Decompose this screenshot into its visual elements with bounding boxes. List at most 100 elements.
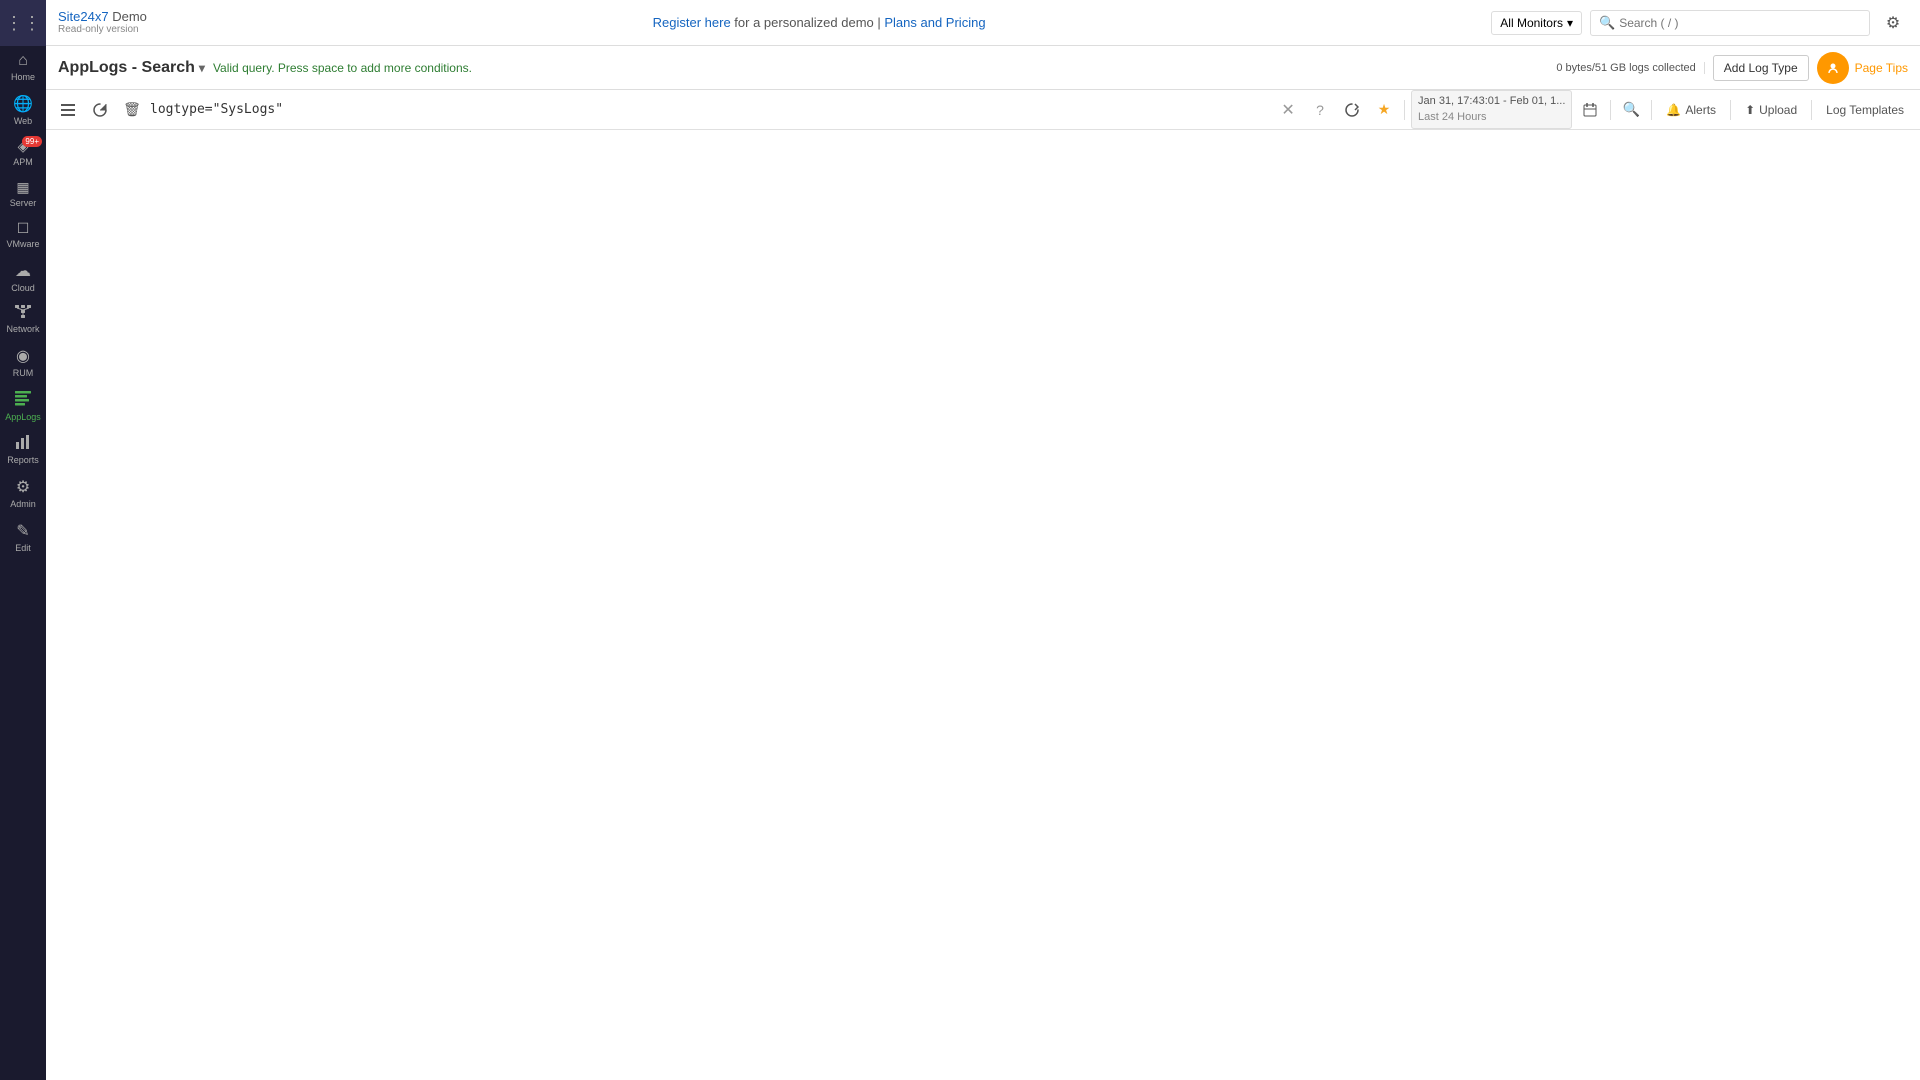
for-demo-text: for a personalized demo |: [731, 15, 885, 30]
subheader: AppLogs - Search ▾ Valid query. Press sp…: [46, 46, 1920, 90]
alerts-label: Alerts: [1685, 103, 1716, 117]
plans-pricing-link[interactable]: Plans and Pricing: [884, 15, 985, 30]
global-search-input[interactable]: [1619, 16, 1861, 30]
separator-3: [1651, 100, 1652, 120]
sidebar-item-admin[interactable]: ⚙ Admin: [0, 471, 46, 515]
title-dropdown-arrow[interactable]: ▾: [199, 61, 205, 75]
main-content: Site24x7 Demo Read-only version Register…: [46, 0, 1920, 1080]
valid-query-message: Valid query. Press space to add more con…: [213, 61, 472, 75]
query-toolbar: 🗑 ✕ ? ★ Jan 31, 17:43:01 - Feb 01, 1... …: [46, 90, 1920, 130]
sidebar-item-network[interactable]: Network: [0, 299, 46, 340]
separator-4: [1730, 100, 1731, 120]
delete-icon[interactable]: 🗑: [118, 96, 146, 124]
log-templates-label: Log Templates: [1826, 103, 1904, 117]
alerts-icon: 🔔: [1666, 103, 1681, 117]
separator-1: [1404, 100, 1405, 120]
tips-circle-icon[interactable]: [1817, 52, 1849, 84]
sidebar-item-label: AppLogs: [5, 412, 41, 422]
monitor-dropdown-label: All Monitors: [1500, 16, 1563, 30]
upload-button[interactable]: ⬆ Upload: [1737, 99, 1805, 121]
readonly-label: Read-only version: [58, 24, 147, 36]
toolbar-right: ✕ ? ★ Jan 31, 17:43:01 - Feb 01, 1... La…: [1274, 90, 1912, 129]
separator-5: [1811, 100, 1812, 120]
topbar: Site24x7 Demo Read-only version Register…: [46, 0, 1920, 46]
sidebar-item-label: Admin: [10, 499, 36, 509]
sidebar: ⋮⋮ ⌂ Home 🌐 Web ◈ APM 99+ ▦ Server ☐ VMw…: [0, 0, 46, 1080]
edit-icon: ✎: [16, 521, 29, 541]
server-icon: ▦: [16, 179, 29, 196]
clear-query-icon[interactable]: ✕: [1274, 96, 1302, 124]
brand-247: 24x7: [80, 9, 108, 24]
brand: Site24x7 Demo Read-only version: [58, 9, 147, 37]
sidebar-item-label: APM: [13, 157, 33, 167]
log-templates-button[interactable]: Log Templates: [1818, 99, 1912, 121]
sidebar-item-vmware[interactable]: ☐ VMware: [0, 214, 46, 255]
upload-icon: ⬆: [1745, 103, 1755, 117]
grid-menu-button[interactable]: ⋮⋮: [0, 0, 46, 46]
help-icon[interactable]: ?: [1306, 96, 1334, 124]
logs-collected-text: 0 bytes/51 GB logs collected: [1556, 62, 1704, 74]
sidebar-item-label: RUM: [13, 368, 34, 378]
sidebar-item-reports[interactable]: Reports: [0, 428, 46, 471]
datetime-range-picker[interactable]: Jan 31, 17:43:01 - Feb 01, 1... Last 24 …: [1411, 90, 1572, 129]
home-icon: ⌂: [18, 52, 28, 70]
alarms-badge: 99+: [22, 136, 42, 147]
sidebar-item-label: Server: [10, 198, 37, 208]
page-tips-label[interactable]: Page Tips: [1855, 61, 1908, 75]
applogs-icon: [14, 390, 32, 410]
sidebar-item-server[interactable]: ▦ Server: [0, 173, 46, 214]
cloud-icon: ☁: [15, 261, 31, 281]
sidebar-item-label: Network: [6, 324, 39, 334]
sidebar-item-home[interactable]: ⌂ Home: [0, 46, 46, 88]
sidebar-item-applogs[interactable]: AppLogs: [0, 384, 46, 428]
topbar-right: All Monitors ▾ 🔍 ⚙: [1491, 8, 1908, 38]
upload-label: Upload: [1759, 103, 1797, 117]
sidebar-item-web[interactable]: 🌐 Web: [0, 88, 46, 132]
search-logs-icon[interactable]: 🔍: [1617, 96, 1645, 124]
settings-button[interactable]: ⚙: [1878, 8, 1908, 38]
sidebar-item-rum[interactable]: ◉ RUM: [0, 340, 46, 384]
grid-icon: ⋮⋮: [5, 13, 41, 34]
sidebar-item-label: Edit: [15, 543, 31, 553]
chevron-down-icon: ▾: [1567, 16, 1573, 30]
query-input-container[interactable]: [150, 102, 1270, 117]
monitor-dropdown[interactable]: All Monitors ▾: [1491, 11, 1582, 35]
sidebar-item-label: Cloud: [11, 283, 35, 293]
alerts-button[interactable]: 🔔 Alerts: [1658, 99, 1724, 121]
subheader-right: 0 bytes/51 GB logs collected Add Log Typ…: [1556, 52, 1908, 84]
register-link[interactable]: Register here: [653, 15, 731, 30]
date-range-text: Jan 31, 17:43:01 - Feb 01, 1...: [1418, 94, 1565, 109]
sidebar-item-label: VMware: [6, 239, 39, 249]
sidebar-item-label: Home: [11, 72, 35, 82]
query-refresh-icon[interactable]: [1338, 96, 1366, 124]
vmware-icon: ☐: [17, 220, 30, 237]
sidebar-item-label: Web: [14, 116, 32, 126]
search-icon: 🔍: [1599, 15, 1615, 31]
admin-icon: ⚙: [16, 477, 30, 497]
add-log-type-button[interactable]: Add Log Type: [1713, 55, 1809, 81]
list-view-icon[interactable]: [54, 96, 82, 124]
sidebar-item-edit[interactable]: ✎ Edit: [0, 515, 46, 559]
refresh-icon[interactable]: [86, 96, 114, 124]
page-title-text: AppLogs - Search: [58, 59, 195, 77]
rum-icon: ◉: [16, 346, 30, 366]
sidebar-item-apm[interactable]: ◈ APM 99+: [0, 132, 46, 173]
global-search-box[interactable]: 🔍: [1590, 10, 1870, 36]
reports-icon: [15, 434, 31, 453]
query-input[interactable]: [150, 102, 1270, 117]
settings-icon: ⚙: [1886, 13, 1900, 33]
calendar-icon[interactable]: [1576, 96, 1604, 124]
network-icon: [15, 305, 31, 322]
sidebar-item-cloud[interactable]: ☁ Cloud: [0, 255, 46, 299]
brand-name: Site24x7 Demo: [58, 9, 147, 25]
bookmark-icon[interactable]: ★: [1370, 96, 1398, 124]
register-banner: Register here for a personalized demo | …: [159, 15, 1479, 30]
web-icon: 🌐: [13, 94, 33, 114]
content-area: [46, 130, 1920, 1080]
sidebar-item-label: Reports: [7, 455, 39, 465]
brand-site: Site: [58, 9, 80, 24]
period-text: Last 24 Hours: [1418, 110, 1565, 125]
separator-2: [1610, 100, 1611, 120]
brand-demo: Demo: [112, 9, 147, 24]
page-title: AppLogs - Search ▾: [58, 59, 205, 77]
